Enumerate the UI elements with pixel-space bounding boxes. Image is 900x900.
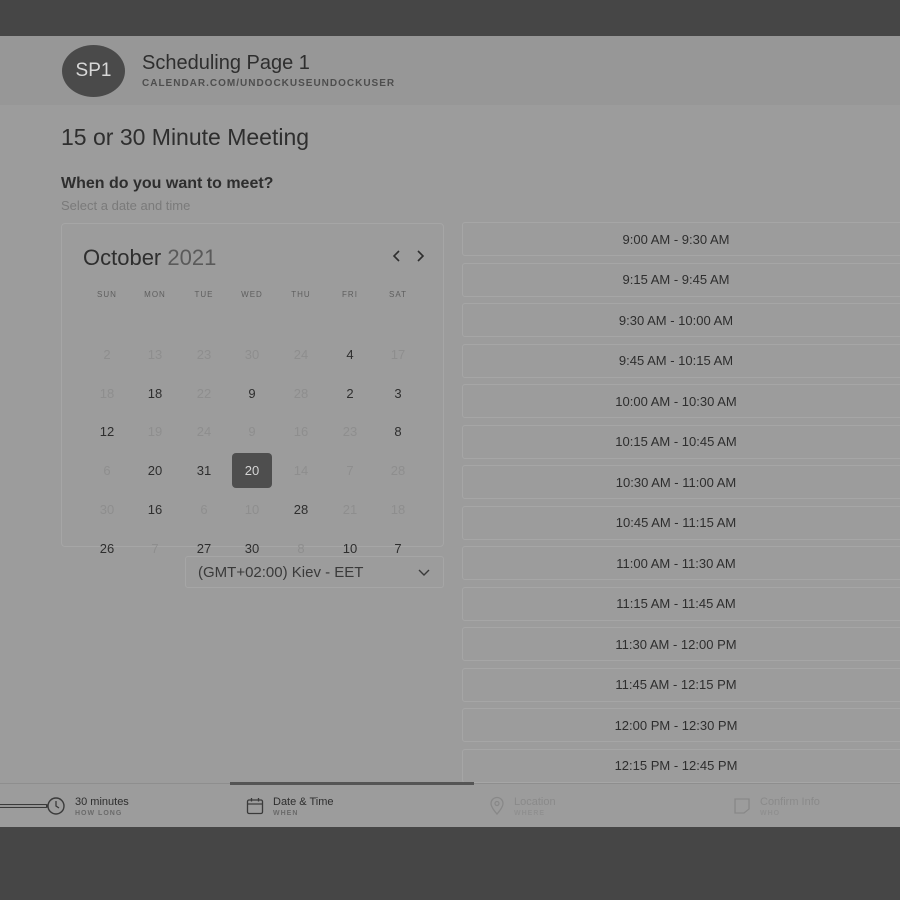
calendar-day: 7	[151, 540, 159, 556]
time-slot-button[interactable]: 10:45 AM - 11:15 AM	[462, 505, 900, 540]
time-slot-button[interactable]: 12:15 PM - 12:45 PM	[462, 748, 900, 783]
when-hint: Select a date and time	[61, 198, 191, 213]
calendar-day[interactable]: 2	[330, 376, 370, 411]
step-how-long[interactable]: 30 minutes HOW LONG	[75, 796, 129, 817]
when-heading: When do you want to meet?	[61, 175, 274, 192]
calendar-month-label: October 2021	[83, 245, 216, 271]
chevron-down-icon	[418, 569, 430, 576]
step-subtitle: WHO	[760, 810, 781, 817]
calendar-day[interactable]: 4	[330, 337, 370, 372]
step-subtitle: HOW LONG	[75, 810, 123, 817]
calendar-day: 24	[293, 347, 309, 362]
calendar-day: 21	[342, 501, 358, 517]
time-slot-button[interactable]: 11:30 AM - 12:00 PM	[462, 627, 900, 661]
calendar-day[interactable]: 8	[378, 414, 418, 449]
time-slot-button[interactable]: 12:00 PM - 12:30 PM	[462, 708, 900, 742]
step-who[interactable]: Confirm Info WHO	[760, 796, 820, 817]
calendar-day[interactable]: 31	[184, 453, 224, 488]
calendar-day[interactable]: 20	[135, 453, 175, 488]
step-title: Location	[514, 796, 556, 808]
chevron-left-icon	[392, 250, 400, 262]
calendar-day: 23	[342, 424, 358, 440]
booking-steps-nav: 30 minutes HOW LONG Date & Time WHEN Loc…	[0, 782, 900, 827]
next-month-button[interactable]	[410, 246, 430, 266]
time-slot-button[interactable]: 9:45 AM - 10:15 AM	[462, 343, 900, 378]
timezone-select[interactable]: (GMT+02:00) Kiev - EET	[185, 556, 444, 588]
calendar-day: 30	[99, 501, 115, 517]
calendar-day[interactable]: 28	[281, 492, 321, 527]
time-slot-button[interactable]: 10:30 AM - 11:00 AM	[462, 465, 900, 499]
weekday-label: SUN	[97, 290, 117, 299]
calendar-day: 7	[346, 463, 354, 479]
calendar-day: 2	[103, 347, 111, 362]
calendar-day: 16	[293, 424, 309, 440]
calendar-day: 30	[244, 347, 260, 362]
form-icon	[734, 798, 750, 814]
calendar-day: 28	[390, 463, 406, 479]
weekday-label: FRI	[342, 290, 358, 299]
time-slot-button[interactable]: 11:45 AM - 12:15 PM	[462, 667, 900, 702]
chevron-right-icon	[417, 250, 425, 262]
active-step-indicator	[230, 782, 474, 785]
calendar-day: 22	[196, 385, 212, 401]
date-picker-calendar: October 2021 SUN MON TUE WED THU FRI SAT 2 13 23…	[61, 223, 444, 556]
scheduling-page-name: Scheduling Page 1	[142, 52, 310, 74]
step-title: 30 minutes	[75, 796, 129, 808]
time-slot-button[interactable]: 10:15 AM - 10:45 AM	[462, 424, 900, 459]
weekday-label: TUE	[194, 290, 214, 299]
weekday-label: MON	[144, 290, 166, 299]
calendar-day: 18	[99, 385, 115, 401]
previous-month-button[interactable]	[387, 246, 407, 266]
scheduling-window: SP1 Scheduling Page 1 CALENDAR.COM/UNDOC…	[0, 36, 900, 827]
calendar-day[interactable]: 26	[87, 531, 127, 566]
time-slot-button[interactable]: 11:15 AM - 11:45 AM	[462, 586, 900, 621]
step-subtitle: WHEN	[273, 810, 299, 817]
calendar-day: 9	[248, 424, 256, 440]
meeting-title: 15 or 30 Minute Meeting	[61, 124, 310, 150]
calendar-icon	[246, 798, 264, 815]
location-pin-icon	[490, 796, 504, 815]
calendar-day: 24	[196, 424, 212, 440]
calendar-day[interactable]: 9	[232, 376, 272, 411]
step-title: Date & Time	[273, 796, 334, 808]
calendar-day[interactable]: 18	[135, 376, 175, 411]
calendar-day: 23	[196, 347, 212, 362]
calendar-day: 6	[200, 501, 208, 517]
calendar-day: 13	[147, 347, 163, 362]
weekday-label: WED	[241, 290, 263, 299]
step-when[interactable]: Date & Time WHEN	[273, 796, 334, 817]
calendar-day[interactable]: 3	[378, 376, 418, 411]
calendar-month: October	[83, 245, 162, 270]
page-header: SP1 Scheduling Page 1 CALENDAR.COM/UNDOC…	[0, 36, 900, 105]
weekday-label: THU	[291, 290, 311, 299]
avatar: SP1	[62, 45, 125, 97]
weekday-label: SAT	[389, 290, 407, 299]
calendar-year: 2021	[167, 245, 217, 270]
calendar-day[interactable]: 16	[135, 492, 175, 527]
step-where[interactable]: Location WHERE	[514, 796, 556, 817]
step-subtitle: WHERE	[514, 810, 546, 817]
calendar-day: 17	[390, 347, 406, 362]
time-slot-button[interactable]: 9:30 AM - 10:00 AM	[462, 303, 900, 337]
time-slot-button[interactable]: 9:00 AM - 9:30 AM	[462, 222, 900, 256]
step-title: Confirm Info	[760, 796, 820, 808]
timezone-value: (GMT+02:00) Kiev - EET	[198, 563, 364, 581]
duration-slider-icon	[0, 797, 65, 815]
calendar-day: 14	[293, 463, 309, 479]
time-slot-button[interactable]: 11:00 AM - 11:30 AM	[462, 546, 900, 580]
time-slot-button[interactable]: 9:15 AM - 9:45 AM	[462, 262, 900, 297]
calendar-day: 6	[103, 463, 111, 479]
calendar-day-selected[interactable]: 20	[232, 453, 272, 489]
time-slot-button[interactable]: 10:00 AM - 10:30 AM	[462, 384, 900, 418]
calendar-day: 28	[293, 385, 309, 401]
calendar-day: 10	[244, 501, 260, 517]
scheduling-page-url[interactable]: CALENDAR.COM/UNDOCKUSEUNDOCKUSER	[142, 78, 395, 89]
calendar-day[interactable]: 12	[87, 414, 127, 449]
calendar-day: 18	[390, 501, 406, 517]
calendar-day: 19	[147, 424, 163, 440]
